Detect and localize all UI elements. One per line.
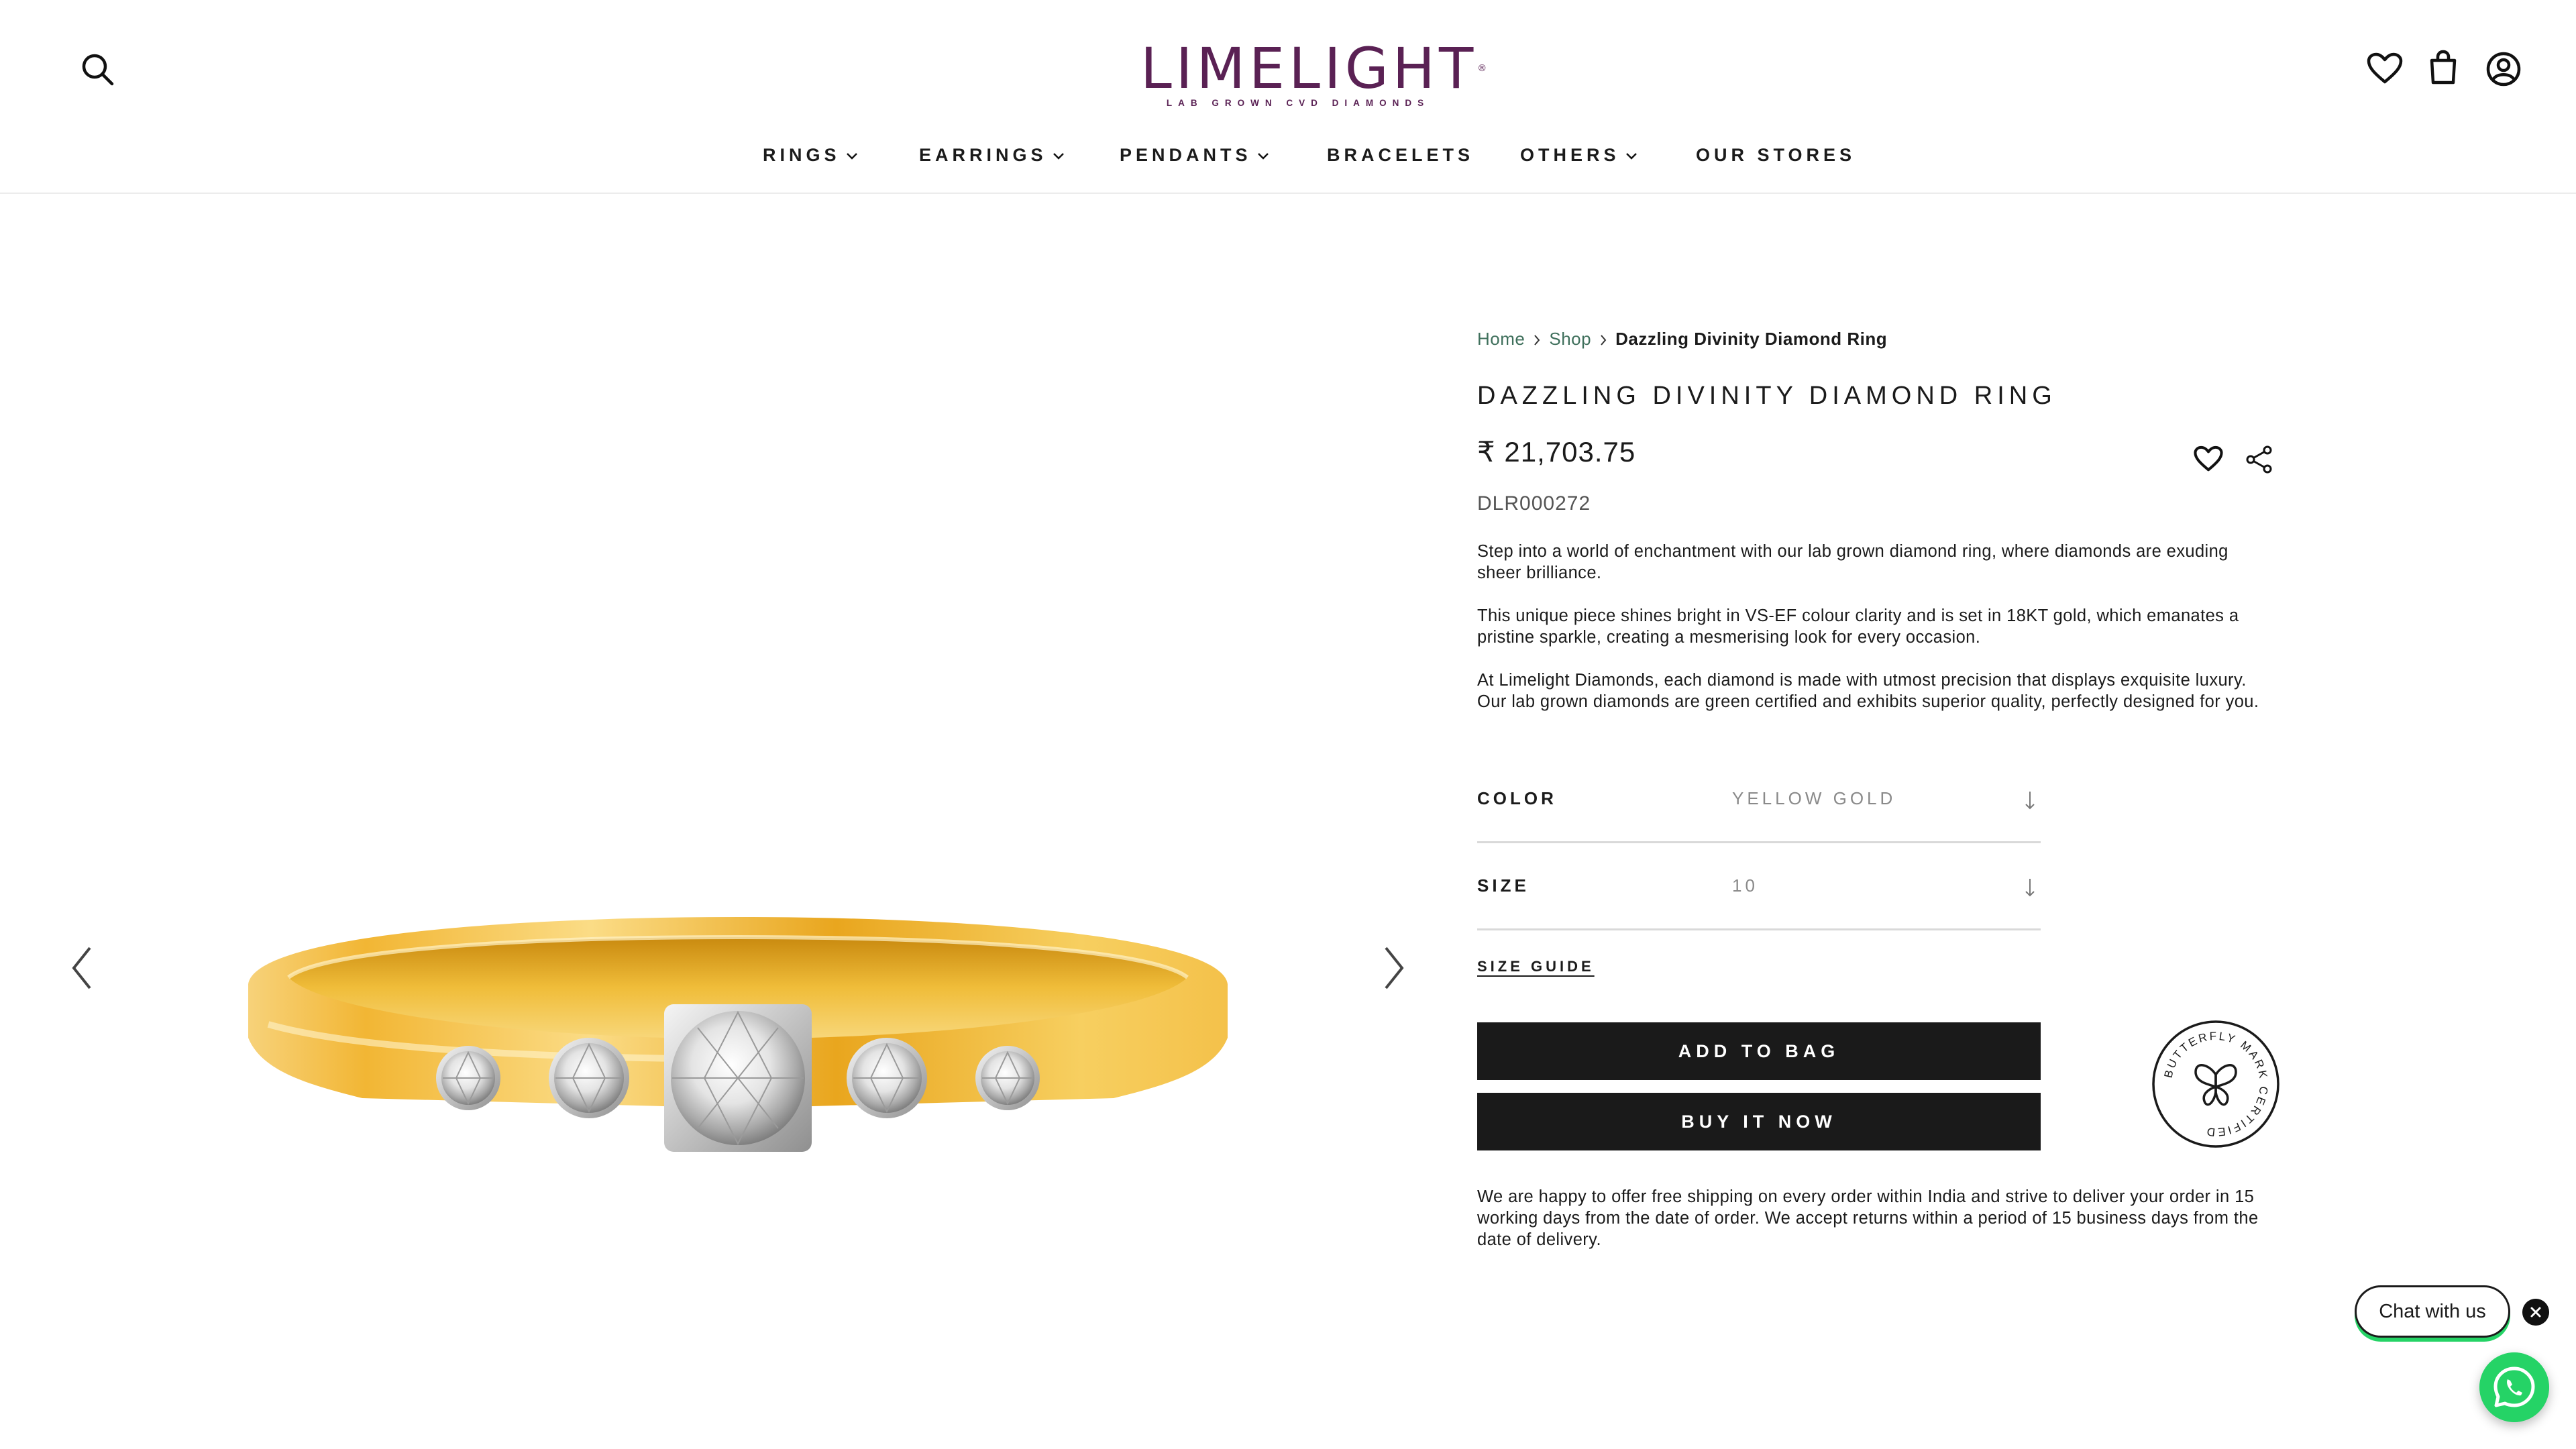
chat-with-us-bubble[interactable]: Chat with us [2355, 1285, 2510, 1338]
logo-tagline: LAB GROWN CVD DIAMONDS [1166, 98, 1430, 108]
nav-item-label: PENDANTS [1120, 145, 1252, 165]
whatsapp-icon[interactable] [2479, 1352, 2549, 1422]
wishlist-heart-icon[interactable] [2194, 445, 2223, 472]
size-guide-link[interactable]: SIZE GUIDE [1477, 957, 1595, 977]
heart-icon[interactable] [2367, 52, 2403, 85]
chevron-down-icon [1257, 152, 1269, 160]
nav-item-others[interactable]: OTHERS [1520, 144, 1638, 166]
color-value: YELLOW GOLD [1732, 788, 1896, 808]
brand-logo[interactable]: LIMELIGHT® LAB GROWN CVD DIAMONDS [1140, 36, 1487, 108]
product-gallery [0, 193, 1429, 1449]
chevron-down-icon [1053, 152, 1064, 160]
product-sku: DLR000272 [1477, 492, 1591, 515]
nav-item-pendants[interactable]: PENDANTS [1120, 144, 1269, 166]
color-select[interactable]: COLOR YELLOW GOLD [1477, 786, 2041, 843]
side-diamond [847, 1038, 927, 1118]
gallery-next-arrow-icon[interactable] [1379, 944, 1409, 992]
nav-item-our-stores[interactable]: OUR STORES [1696, 144, 1856, 166]
chevron-right-icon [1601, 335, 1607, 345]
chevron-right-icon [1534, 335, 1540, 345]
buy-now-button[interactable]: BUY IT NOW [1477, 1093, 2041, 1150]
arrow-down-icon [2025, 792, 2035, 810]
size-label: SIZE [1477, 875, 1529, 896]
bag-icon[interactable] [2428, 50, 2458, 85]
color-label: COLOR [1477, 788, 1557, 808]
close-icon[interactable] [2522, 1299, 2549, 1326]
shipping-info: We are happy to offer free shipping on e… [1477, 1187, 2259, 1249]
description-paragraph: This unique piece shines bright in VS-EF… [1477, 606, 2239, 647]
side-diamond [549, 1038, 629, 1118]
side-diamond [975, 1046, 1040, 1110]
site-header: LIMELIGHT® LAB GROWN CVD DIAMONDS RINGS … [0, 0, 2576, 194]
add-to-bag-button[interactable]: ADD TO BAG [1477, 1022, 2041, 1080]
description-paragraph: Step into a world of enchantment with ou… [1477, 542, 2229, 582]
nav-item-label: OTHERS [1520, 145, 1620, 165]
nav-item-label: BRACELETS [1327, 145, 1474, 165]
side-diamond [436, 1046, 500, 1110]
breadcrumb-home[interactable]: Home [1477, 329, 1525, 349]
breadcrumb: Home Shop Dazzling Divinity Diamond Ring [1477, 327, 1887, 351]
chevron-down-icon [1625, 152, 1637, 160]
share-icon[interactable] [2245, 445, 2274, 474]
arrow-down-icon [2025, 879, 2035, 897]
nav-item-rings[interactable]: RINGS [763, 144, 858, 166]
gallery-prev-arrow-icon[interactable] [67, 944, 97, 992]
logo-wordmark: LIMELIGHT [1140, 36, 1478, 101]
nav-item-bracelets[interactable]: BRACELETS [1327, 144, 1474, 166]
logo-registered-mark: ® [1477, 63, 1491, 74]
center-diamond [664, 1004, 812, 1152]
product-title: DAZZLING DIVINITY DIAMOND RING [1477, 382, 2057, 410]
nav-item-earrings[interactable]: EARRINGS [919, 144, 1065, 166]
nav-item-label: OUR STORES [1696, 145, 1856, 165]
product-image-ring [248, 917, 1228, 1152]
chevron-down-icon [846, 152, 857, 160]
product-price: ₹ 21,703.75 [1477, 436, 1636, 468]
product-description: Step into a world of enchantment with ou… [1477, 541, 2275, 734]
size-value: 10 [1732, 875, 1758, 896]
main-nav: RINGS EARRINGS PENDANTS BRACELETS OTHERS… [0, 144, 2576, 166]
account-icon[interactable] [2485, 51, 2522, 87]
butterfly-mark-certified-badge: BUTTERFLY MARK CERTIFIED [2152, 1020, 2279, 1148]
breadcrumb-shop[interactable]: Shop [1549, 329, 1591, 349]
nav-item-label: RINGS [763, 145, 841, 165]
search-icon[interactable] [79, 51, 115, 87]
size-select[interactable]: SIZE 10 [1477, 873, 2041, 930]
nav-item-label: EARRINGS [919, 145, 1047, 165]
description-paragraph: At Limelight Diamonds, each diamond is m… [1477, 671, 2259, 711]
breadcrumb-current: Dazzling Divinity Diamond Ring [1615, 329, 1888, 349]
